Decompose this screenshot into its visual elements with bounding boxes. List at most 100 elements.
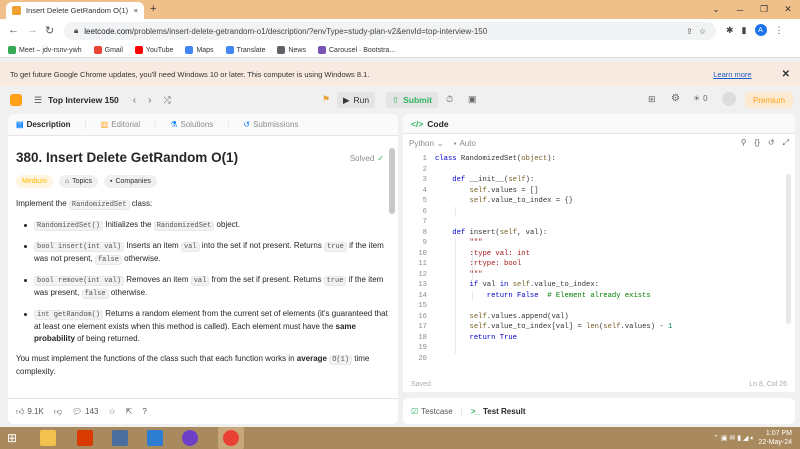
- topics-pill[interactable]: ⌂ Topics: [58, 175, 98, 188]
- timer-icon[interactable]: ⏱: [446, 94, 453, 105]
- study-plan-title[interactable]: Top Interview 150: [48, 95, 119, 105]
- description-icon: ▤: [16, 120, 24, 129]
- code-line[interactable]: self.values = []: [435, 186, 539, 197]
- code-line[interactable]: return False # Element already exists: [435, 291, 651, 302]
- help-icon[interactable]: ?: [142, 407, 146, 416]
- infobar-close-icon[interactable]: ✕: [782, 69, 790, 80]
- tab-solutions[interactable]: ⚗ Solutions: [170, 120, 213, 129]
- app-icon[interactable]: [112, 430, 128, 446]
- code-line[interactable]: class RandomizedSet(object):: [435, 154, 556, 165]
- run-button[interactable]: ▶ Run: [337, 92, 376, 108]
- item-text: object.: [214, 220, 241, 229]
- side-panel-icon[interactable]: ▮: [742, 25, 747, 36]
- code-line[interactable]: """: [435, 238, 483, 249]
- description-scrollbar[interactable]: [389, 148, 395, 214]
- share-icon[interactable]: ⇪: [686, 27, 693, 36]
- share-icon[interactable]: ⇱: [126, 407, 133, 416]
- bookmark-6[interactable]: Carousel · Bootstra...: [318, 46, 395, 54]
- testcase-label: Testcase: [421, 406, 453, 416]
- address-bar[interactable]: 🔒︎ leetcode.com/problems/insert-delete-g…: [64, 22, 716, 40]
- solved-label: Solved: [349, 154, 375, 163]
- code-line[interactable]: self.values.append(val): [435, 312, 569, 323]
- language-select[interactable]: Python ⌄: [409, 139, 444, 148]
- code-line[interactable]: if val in self.value_to_index:: [435, 280, 599, 291]
- prev-problem-icon[interactable]: ‹: [133, 95, 136, 106]
- restore-icon[interactable]: ❐: [752, 4, 776, 15]
- test-result-tab[interactable]: >_ Test Result: [471, 407, 526, 416]
- menu-icon[interactable]: ⋮: [775, 25, 784, 36]
- code-line[interactable]: :rtype: bool: [435, 259, 522, 270]
- bookmark-3[interactable]: Maps: [185, 46, 214, 54]
- profile-avatar[interactable]: A: [754, 24, 767, 36]
- new-tab-button[interactable]: +: [150, 3, 156, 15]
- like-button[interactable]: 👍︎ 9.1K: [16, 407, 44, 417]
- line-number: 19: [418, 344, 427, 352]
- editor-scrollbar[interactable]: [786, 174, 791, 324]
- vscode-icon[interactable]: [147, 430, 163, 446]
- code-line[interactable]: def __init__(self):: [435, 175, 534, 186]
- favorite-star-icon[interactable]: ☆: [108, 407, 115, 416]
- tab-close-icon[interactable]: ×: [134, 6, 138, 15]
- comments-button[interactable]: 💬︎ 143: [72, 407, 99, 416]
- bookmark-icon[interactable]: ⚲: [741, 138, 747, 148]
- github-desktop-icon[interactable]: [182, 430, 198, 446]
- bookmark-star-icon[interactable]: ☆: [699, 27, 706, 36]
- minimize-icon[interactable]: ─: [728, 5, 752, 15]
- extensions-icon[interactable]: ✱: [726, 25, 734, 36]
- bookmark-0[interactable]: Meet – jdv-rsnv-ywh: [8, 46, 82, 54]
- editor-icons: ⚲ {} ↺ ⤢: [741, 138, 789, 148]
- auto-mode[interactable]: ▪ Auto: [454, 139, 476, 148]
- code-line[interactable]: """: [435, 270, 483, 281]
- close-window-icon[interactable]: ✕: [776, 4, 800, 15]
- tab-submissions[interactable]: ↺ Submissions: [243, 120, 298, 129]
- tab-description[interactable]: ▤ Description: [16, 120, 71, 129]
- browser-tab[interactable]: Insert Delete GetRandom O(1) - ×: [6, 2, 144, 19]
- next-problem-icon[interactable]: ›: [148, 95, 151, 106]
- bookmark-4[interactable]: Translate: [225, 46, 265, 54]
- notes-icon[interactable]: ▣: [468, 94, 477, 105]
- code-line[interactable]: self.value_to_index[val] = len(self.valu…: [435, 322, 673, 333]
- dislike-icon[interactable]: 👎︎: [54, 407, 62, 417]
- debug-icon[interactable]: ⚑: [322, 94, 330, 105]
- forward-icon[interactable]: →: [27, 24, 38, 36]
- back-icon[interactable]: ←: [8, 24, 19, 36]
- line-number: 2: [422, 165, 427, 174]
- learn-more-link[interactable]: Learn more: [713, 70, 751, 79]
- streak-counter[interactable]: ☀ 0: [693, 94, 708, 103]
- bookmark-1[interactable]: Gmail: [93, 46, 123, 54]
- braces-icon[interactable]: {}: [755, 138, 760, 148]
- tab-search-icon[interactable]: ⌄: [704, 4, 728, 15]
- bookmark-5[interactable]: News: [277, 46, 306, 54]
- shuffle-icon[interactable]: ⤮: [163, 95, 170, 106]
- premium-button[interactable]: Premium: [745, 92, 794, 108]
- leetcode-logo-icon[interactable]: [10, 94, 22, 106]
- problem-title: 380. Insert Delete GetRandom O(1): [16, 150, 239, 165]
- wps-office-icon[interactable]: [77, 430, 93, 446]
- checkbox-icon: ☑: [411, 406, 419, 416]
- windows-start-icon[interactable]: ⊞: [7, 431, 17, 445]
- problem-description: 380. Insert Delete GetRandom O(1) Solved…: [8, 136, 398, 394]
- user-avatar[interactable]: [722, 92, 736, 106]
- testcase-tab[interactable]: ☑ Testcase: [411, 407, 453, 416]
- settings-gear-icon[interactable]: ⚙: [671, 93, 680, 104]
- reload-icon[interactable]: ↻: [45, 24, 54, 37]
- code-line[interactable]: :type val: int: [435, 249, 530, 260]
- fullscreen-icon[interactable]: ⤢: [783, 138, 789, 148]
- code-line[interactable]: self.value_to_index = {}: [435, 196, 574, 207]
- code-line[interactable]: def insert(self, val):: [435, 228, 547, 239]
- submit-button[interactable]: ⇧ Submit: [386, 92, 438, 108]
- tab-label: Submissions: [253, 120, 299, 129]
- layout-icon[interactable]: ⊞: [648, 94, 656, 105]
- file-explorer-icon[interactable]: [40, 430, 56, 446]
- problem-list-icon[interactable]: ☰: [34, 95, 42, 106]
- reset-icon[interactable]: ↺: [768, 138, 775, 148]
- tab-editorial[interactable]: ▥ Editorial: [101, 120, 140, 129]
- problem-footer: 👍︎ 9.1K 👎︎ 💬︎ 143 ☆ ⇱ ?: [8, 398, 398, 424]
- code-line[interactable]: return True: [435, 333, 517, 344]
- companies-pill[interactable]: ▪ Companies: [103, 175, 157, 188]
- clock[interactable]: 1:07 PM 22-May-24: [759, 429, 792, 447]
- bookmark-2[interactable]: YouTube: [134, 46, 173, 54]
- tray-icons[interactable]: ⌃ ▣ ✉ ▮ ◢ 🔈︎: [713, 434, 755, 443]
- inline-code: true: [324, 242, 347, 252]
- code-editor[interactable]: 1 class RandomizedSet(object): 2 3 def __in…: [403, 152, 795, 372]
